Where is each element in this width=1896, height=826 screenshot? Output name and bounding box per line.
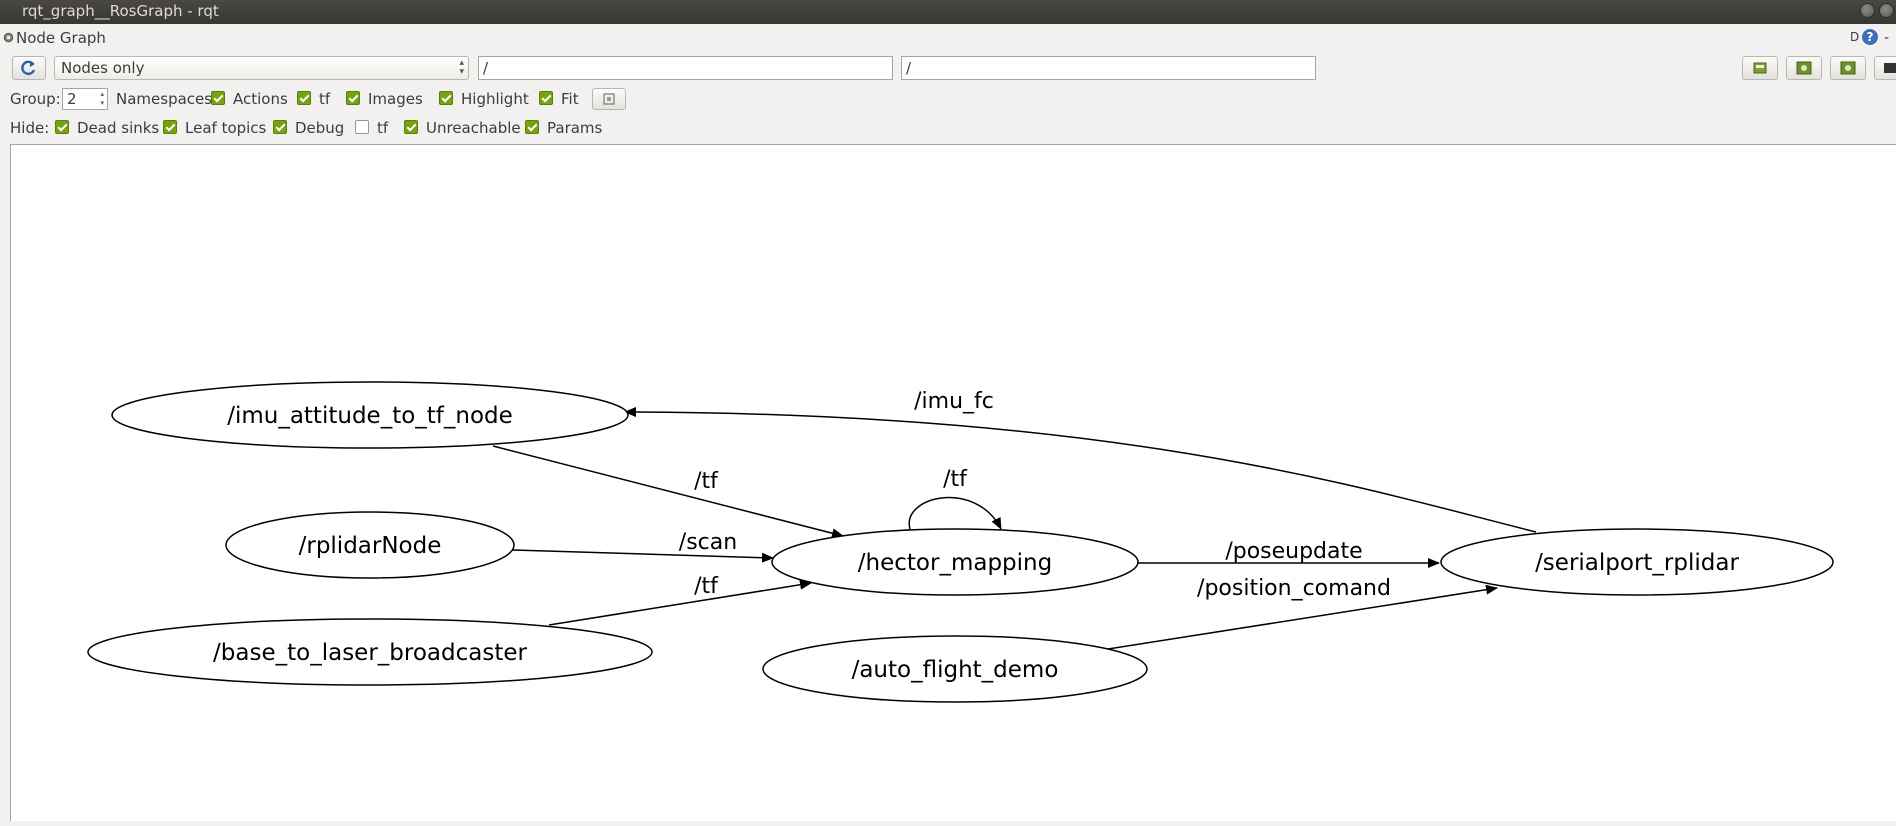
save-dot-icon	[1796, 61, 1812, 75]
edge-label-tf-base: /tf	[694, 574, 719, 599]
actions-checkbox[interactable]	[211, 91, 225, 105]
spin-up-icon[interactable]: ▴	[100, 91, 104, 98]
unreachable-label: Unreachable	[426, 119, 521, 137]
node-hector-mapping-label: /hector_mapping	[858, 550, 1052, 576]
dead-sinks-label: Dead sinks	[77, 119, 160, 137]
minimize-window-icon[interactable]	[1860, 3, 1875, 18]
save-svg-icon	[1840, 61, 1856, 75]
screenshot-icon	[1884, 63, 1896, 73]
spin-down-icon[interactable]: ▾	[100, 100, 104, 107]
refresh-button[interactable]	[12, 56, 46, 80]
leaf-topics-label: Leaf topics	[185, 119, 267, 137]
ros-graph: /imu_fc /tf /tf /scan /tf /poseupdate /p…	[87, 381, 1834, 703]
help-icon[interactable]: ?	[1862, 29, 1878, 45]
edge-tf-imu[interactable]	[492, 445, 844, 539]
node-rplidar-label: /rplidarNode	[299, 533, 442, 559]
graph-toolbar: Nodes only ▴ ▾	[0, 54, 1896, 82]
graph-mode-dropdown[interactable]: Nodes only ▴ ▾	[54, 56, 469, 80]
edge-tf-self[interactable]	[908, 496, 1002, 530]
node-imu-attitude[interactable]: /imu_attitude_to_tf_node	[111, 381, 629, 449]
images-checkbox[interactable]	[346, 91, 360, 105]
graph-mode-value: Nodes only	[61, 59, 145, 77]
close-window-icon[interactable]	[1879, 3, 1894, 18]
graph-canvas[interactable]: /imu_fc /tf /tf /scan /tf /poseupdate /p…	[10, 144, 1896, 821]
save-dot-button[interactable]	[1786, 56, 1822, 80]
group-value: 2	[67, 90, 77, 108]
node-serialport-rplidar-label: /serialport_rplidar	[1535, 550, 1739, 576]
highlight-label: Highlight	[461, 90, 529, 108]
edge-label-poseupdate: /poseupdate	[1225, 539, 1362, 564]
node-auto-flight-demo[interactable]: /auto_flight_demo	[762, 635, 1148, 703]
debug-label: Debug	[295, 119, 345, 137]
unreachable-checkbox[interactable]	[404, 120, 418, 134]
edge-label-tf-imu: /tf	[694, 469, 719, 494]
tf-group-label: tf	[319, 90, 331, 108]
namespaces-label: Namespaces	[116, 90, 213, 108]
node-hector-mapping[interactable]: /hector_mapping	[771, 528, 1139, 596]
fit-checkbox[interactable]	[539, 91, 553, 105]
window-titlebar: rqt_graph__RosGraph - rqt	[0, 0, 1896, 24]
fit-view-button[interactable]	[592, 88, 626, 110]
tf-group-checkbox[interactable]	[297, 91, 311, 105]
refresh-icon	[21, 60, 36, 76]
highlight-checkbox[interactable]	[439, 91, 453, 105]
group-label: Group:	[10, 90, 61, 108]
params-label: Params	[547, 119, 603, 137]
save-svg-button[interactable]	[1830, 56, 1866, 80]
chevron-updown-icon: ▴ ▾	[459, 58, 464, 77]
images-label: Images	[368, 90, 423, 108]
hide-options-row: Hide: Dead sinks Leaf topics Debug tf Un…	[0, 116, 1896, 140]
plugin-header: Node Graph D ? -	[0, 26, 1896, 50]
node-base-to-laser-label: /base_to_laser_broadcaster	[213, 640, 527, 666]
topic-filter-input[interactable]	[901, 56, 1316, 80]
plugin-title: Node Graph	[16, 29, 106, 47]
edge-label-tf-self: /tf	[943, 467, 968, 492]
edge-label-position-comand: /position_comand	[1197, 576, 1391, 601]
debug-checkbox[interactable]	[273, 120, 287, 134]
plugin-gear-icon	[3, 32, 14, 43]
actions-label: Actions	[233, 90, 288, 108]
save-image-button[interactable]	[1874, 56, 1896, 80]
node-imu-attitude-label: /imu_attitude_to_tf_node	[227, 403, 513, 429]
dock-d-label[interactable]: D	[1850, 30, 1859, 44]
fit-label: Fit	[561, 90, 579, 108]
group-options-row: Group: 2 ▴ ▾ Namespaces Actions tf Image…	[0, 87, 1896, 111]
edge-label-imu-fc: /imu_fc	[914, 389, 994, 414]
edge-label-scan: /scan	[679, 530, 737, 555]
tf-hide-label: tf	[377, 119, 389, 137]
node-filter-input[interactable]	[478, 56, 893, 80]
edge-imu-fc[interactable]	[624, 407, 1537, 533]
hide-label: Hide:	[10, 119, 50, 137]
leaf-topics-checkbox[interactable]	[163, 120, 177, 134]
group-spinbox[interactable]: 2 ▴ ▾	[62, 88, 108, 110]
edge-tf-base[interactable]	[548, 579, 812, 626]
tf-hide-checkbox[interactable]	[355, 120, 369, 134]
close-plugin-icon[interactable]: -	[1884, 30, 1889, 46]
load-dot-button[interactable]	[1742, 56, 1778, 80]
dead-sinks-checkbox[interactable]	[55, 120, 69, 134]
params-checkbox[interactable]	[525, 120, 539, 134]
window-title: rqt_graph__RosGraph - rqt	[22, 2, 219, 20]
fit-view-icon	[603, 93, 615, 105]
node-base-to-laser[interactable]: /base_to_laser_broadcaster	[87, 618, 653, 686]
node-serialport-rplidar[interactable]: /serialport_rplidar	[1440, 528, 1834, 596]
node-rplidar[interactable]: /rplidarNode	[225, 511, 515, 579]
node-auto-flight-demo-label: /auto_flight_demo	[852, 657, 1059, 683]
load-icon	[1753, 62, 1767, 74]
